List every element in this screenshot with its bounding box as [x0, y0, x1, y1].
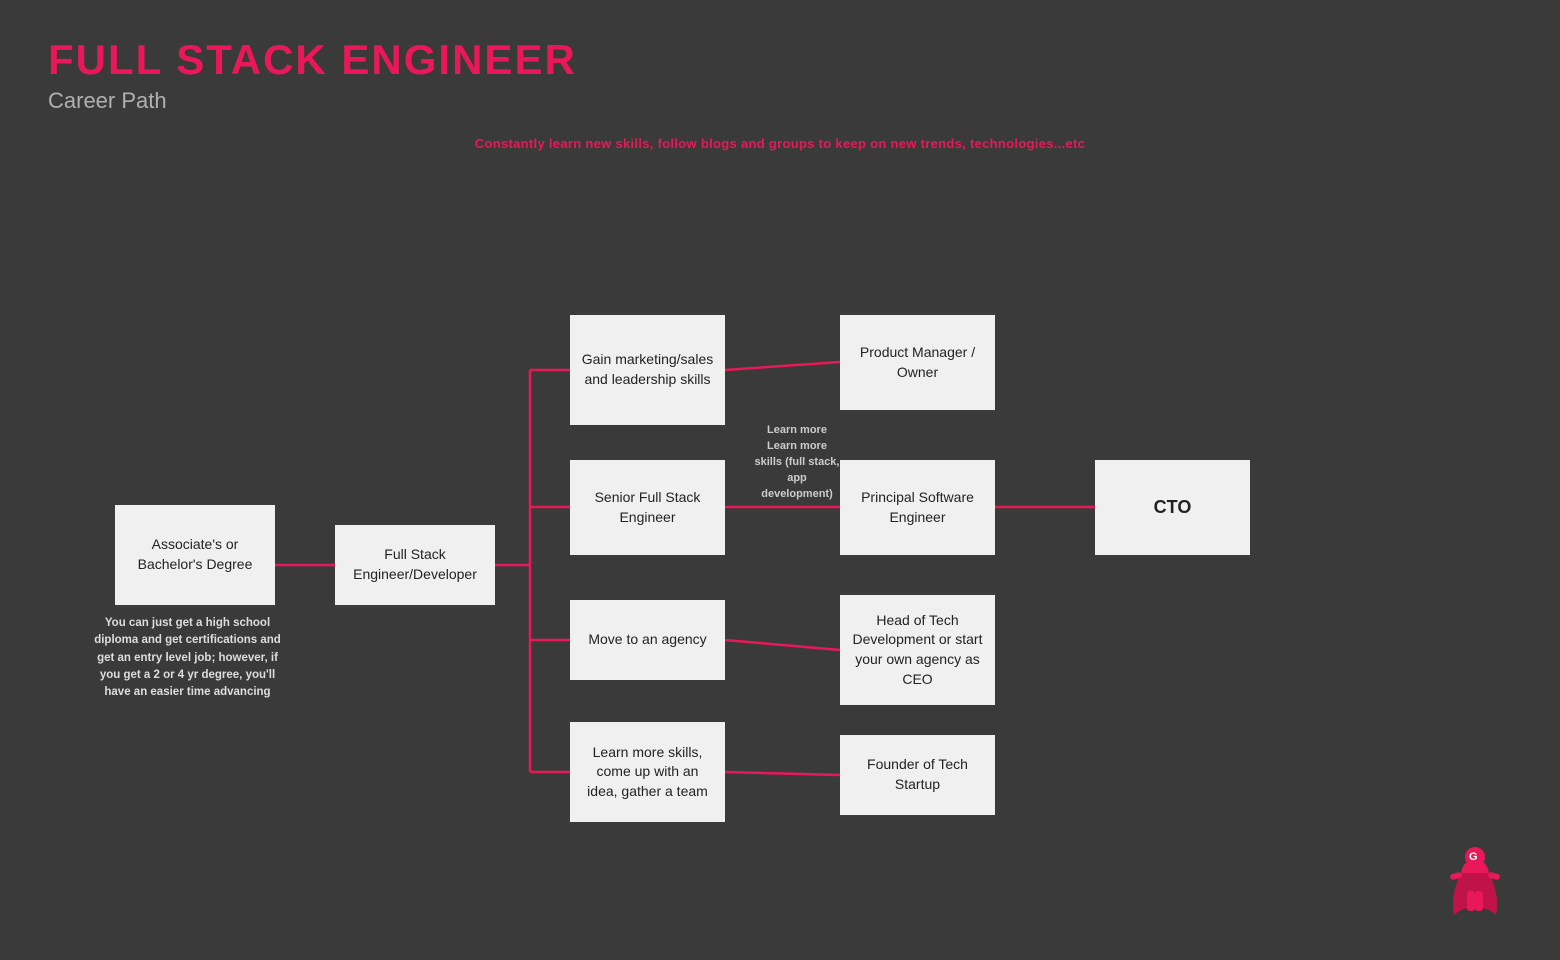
- node-principal: Principal Software Engineer: [840, 460, 995, 555]
- node-headtech: Head of Tech Development or start your o…: [840, 595, 995, 705]
- skills-note: Learn more Learn more skills (full stack…: [752, 423, 842, 503]
- node-fullstack: Full Stack Engineer/Developer: [335, 525, 495, 605]
- svg-text:G: G: [1469, 851, 1478, 863]
- node-agency: Move to an agency: [570, 600, 725, 680]
- node-senior: Senior Full Stack Engineer: [570, 460, 725, 555]
- node-marketing: Gain marketing/sales and leadership skil…: [570, 315, 725, 425]
- page-title: FULL STACK ENGINEER: [48, 36, 1512, 84]
- degree-note: You can just get a high school diploma a…: [90, 615, 285, 701]
- node-startup-learn: Learn more skills, come up with an idea,…: [570, 722, 725, 822]
- hero-mascot: G: [1440, 845, 1510, 930]
- page-subtitle: Career Path: [48, 88, 1512, 114]
- node-degree: Associate's or Bachelor's Degree: [115, 505, 275, 605]
- node-cto: CTO: [1095, 460, 1250, 555]
- skills-note-label-learn: Learn more: [767, 424, 827, 436]
- header: FULL STACK ENGINEER Career Path Constant…: [0, 0, 1560, 151]
- career-diagram: Associate's or Bachelor's Degree Full St…: [0, 145, 1560, 925]
- node-founder: Founder of Tech Startup: [840, 735, 995, 815]
- node-pm: Product Manager / Owner: [840, 315, 995, 410]
